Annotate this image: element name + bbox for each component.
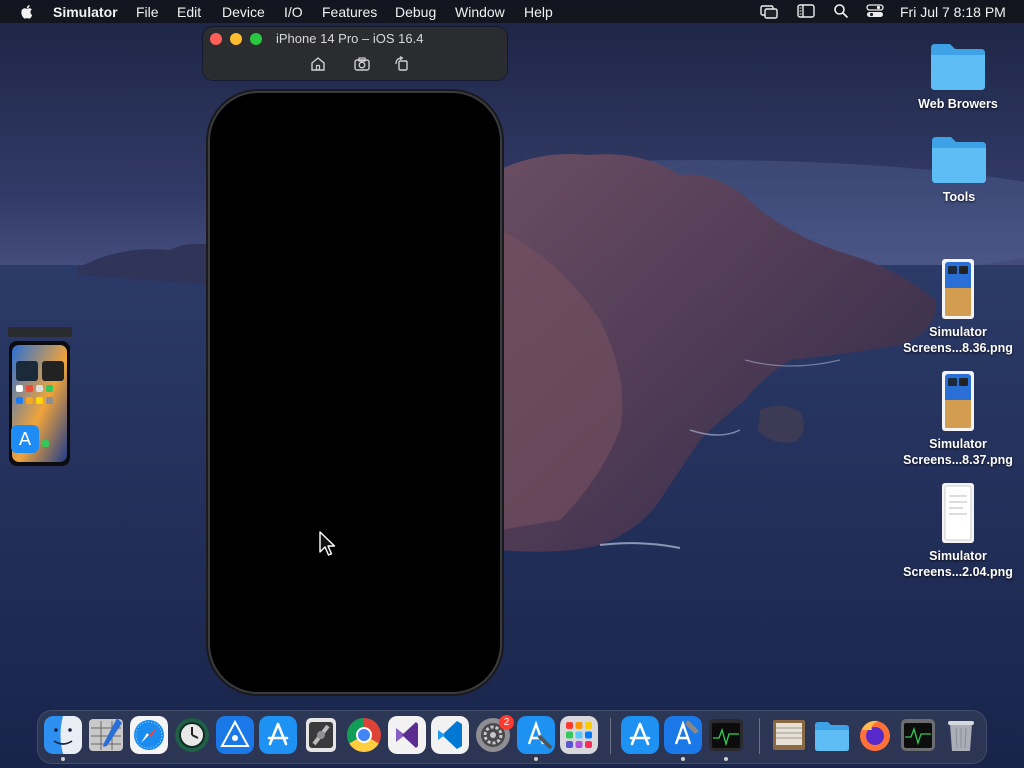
desktop-icon-label: Screens...8.36.png: [903, 341, 1013, 355]
menu-debug[interactable]: Debug: [395, 4, 436, 20]
desktop-icon-label: Screens...2.04.png: [903, 565, 1013, 579]
menu-window[interactable]: Window: [455, 4, 505, 20]
device-power-button: [500, 270, 504, 340]
xcode-instruments-icon[interactable]: [216, 716, 254, 754]
menu-help[interactable]: Help: [524, 4, 553, 20]
desktop-icon-label: Simulator: [929, 437, 987, 451]
desktop-file-screenshot-837[interactable]: Simulator Screens...8.37.png: [903, 370, 1013, 468]
desktop-icon-label: Tools: [942, 190, 976, 204]
visual-studio-icon[interactable]: [388, 716, 426, 754]
window-close-button[interactable]: [210, 33, 222, 45]
menu-edit[interactable]: Edit: [177, 4, 201, 20]
folder-icon: [932, 137, 986, 183]
mini-window-titlebar: [8, 327, 72, 337]
script-editor-icon[interactable]: [87, 716, 125, 754]
iphone-device-screen[interactable]: [210, 93, 500, 692]
mouse-pointer-icon: [319, 531, 336, 556]
mini-home-screen-image: A: [11, 345, 67, 462]
menu-bar: Simulator File Edit Device I/O Features …: [0, 0, 1024, 23]
apple-logo-icon[interactable]: [19, 3, 35, 20]
screenshot-icon[interactable]: [353, 55, 371, 73]
archive-utility-icon[interactable]: [770, 716, 808, 754]
window-zoom-button[interactable]: [250, 33, 262, 45]
app-store-2-icon[interactable]: [621, 716, 659, 754]
desktop-file-screenshot-204[interactable]: Simulator Screens...2.04.png: [903, 482, 1013, 580]
menu-io[interactable]: I/O: [284, 4, 303, 20]
downloads-folder-icon[interactable]: [813, 716, 851, 754]
dock-separator: [759, 718, 760, 754]
sidebar-control-icon[interactable]: [797, 3, 815, 19]
desktop-icon-label: Screens...8.37.png: [903, 453, 1013, 467]
menu-file[interactable]: File: [136, 4, 159, 20]
desktop-icon-label: Web Browers: [918, 97, 998, 111]
chrome-icon[interactable]: [345, 716, 383, 754]
desktop-folder-web-browers[interactable]: Web Browers: [903, 40, 1013, 112]
xcode-icon[interactable]: [664, 716, 702, 754]
settings-badge: 2: [499, 715, 514, 730]
control-center-icon[interactable]: [866, 3, 884, 19]
document-file-icon: [942, 483, 974, 543]
window-minimize-button[interactable]: [230, 33, 242, 45]
firefox-icon[interactable]: [856, 716, 894, 754]
simulator-instruments-icon[interactable]: [517, 716, 555, 754]
running-indicator: [681, 757, 685, 761]
dock-separator: [610, 718, 611, 754]
safari-icon[interactable]: [130, 716, 168, 754]
simulator-window-thumbnail[interactable]: A: [9, 341, 70, 466]
console-icon[interactable]: [707, 716, 745, 754]
app-store-icon[interactable]: [259, 716, 297, 754]
home-icon[interactable]: [309, 55, 327, 73]
menu-features[interactable]: Features: [322, 4, 377, 20]
desktop-folder-tools[interactable]: Tools: [904, 133, 1014, 205]
folder-icon: [931, 44, 985, 90]
simulator-icon[interactable]: [302, 716, 340, 754]
running-indicator: [534, 757, 538, 761]
trash-icon[interactable]: [942, 716, 980, 754]
menu-device[interactable]: Device: [222, 4, 265, 20]
menu-clock[interactable]: Fri Jul 7 8:18 PM: [900, 4, 1006, 20]
activity-monitor-icon[interactable]: [899, 716, 937, 754]
running-indicator: [61, 757, 65, 761]
time-machine-icon[interactable]: [173, 716, 211, 754]
running-indicator: [724, 757, 728, 761]
image-file-icon: [942, 371, 974, 431]
spotlight-search-icon[interactable]: [833, 3, 849, 19]
image-file-icon: [942, 259, 974, 319]
simulator-window-title: iPhone 14 Pro – iOS 16.4: [276, 31, 424, 46]
rotate-icon[interactable]: [393, 55, 411, 73]
svg-text:A: A: [19, 429, 32, 450]
vscode-icon[interactable]: [431, 716, 469, 754]
desktop-file-screenshot-836[interactable]: Simulator Screens...8.36.png: [903, 258, 1013, 356]
menu-app-simulator[interactable]: Simulator: [53, 4, 118, 20]
launchpad-icon[interactable]: [560, 716, 598, 754]
desktop-icon-label: Simulator: [929, 325, 987, 339]
desktop-wallpaper: [0, 0, 1024, 768]
desktop-icon-label: Simulator: [929, 549, 987, 563]
finder-icon[interactable]: [44, 716, 82, 754]
screen-mirroring-icon[interactable]: [760, 3, 778, 19]
